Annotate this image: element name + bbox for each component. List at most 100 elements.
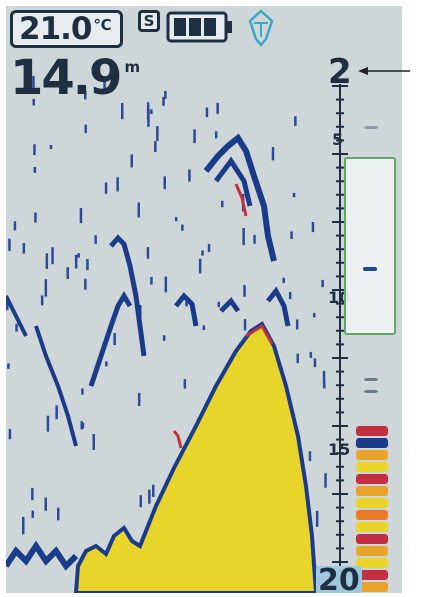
noise-speck	[51, 247, 54, 265]
noise-speck	[292, 192, 296, 198]
noise-speck	[271, 151, 275, 161]
noise-speck	[77, 253, 80, 258]
noise-speck	[315, 510, 319, 527]
noise-speck	[162, 96, 165, 106]
noise-speck	[294, 116, 297, 126]
noise-speck	[311, 222, 315, 233]
depth-value: 14.9	[10, 50, 122, 106]
noise-speck	[92, 434, 95, 450]
noise-speck	[207, 243, 211, 253]
flasher-segment	[364, 126, 378, 129]
noise-speck	[198, 258, 202, 274]
zoom-fish-target	[363, 267, 377, 271]
noise-speck	[84, 124, 87, 134]
bottom-clutter	[6, 540, 79, 571]
noise-speck	[130, 154, 133, 168]
noise-speck	[44, 279, 48, 297]
noise-speck	[216, 102, 219, 114]
noise-speck	[296, 353, 299, 364]
zoom-window	[344, 157, 396, 335]
sonar-screen: 21.0 ℃ S 14.9 m 2 5 10 15 20	[6, 6, 402, 593]
echo-arc	[203, 133, 277, 262]
noise-speck	[221, 200, 224, 208]
noise-speck	[121, 103, 124, 120]
echo-arc	[214, 156, 253, 207]
noise-speck	[288, 291, 292, 300]
fish-alarm-icon	[248, 9, 274, 47]
noise-speck	[282, 277, 285, 283]
noise-speck	[49, 145, 53, 149]
arrow-left-icon	[358, 67, 410, 75]
noise-speck	[163, 176, 166, 190]
depth-scale-label: 15	[328, 440, 351, 459]
echo-arc	[266, 286, 291, 327]
flasher-segment	[356, 510, 388, 520]
noise-speck	[8, 429, 12, 440]
noise-speck	[146, 247, 150, 259]
noise-speck	[86, 259, 89, 271]
noise-speck	[13, 221, 17, 231]
flasher-segment	[356, 486, 388, 496]
flasher-segment	[356, 462, 388, 472]
water-temperature: 21.0 ℃	[10, 10, 123, 48]
flasher-segment	[356, 534, 388, 544]
flasher-segment	[356, 438, 388, 448]
flasher-segment	[364, 390, 378, 393]
seabed-red-edge	[172, 430, 183, 449]
temperature-unit: ℃	[93, 16, 112, 34]
battery-icon	[166, 11, 232, 43]
noise-speck	[116, 177, 119, 192]
noise-speck	[46, 415, 50, 432]
noise-speck	[139, 495, 142, 508]
noise-speck	[105, 361, 108, 367]
noise-speck	[174, 217, 178, 222]
noise-speck	[66, 267, 69, 279]
noise-speck	[45, 253, 49, 269]
current-depth: 14.9 m	[10, 54, 140, 102]
noise-speck	[57, 507, 60, 521]
noise-speck	[146, 102, 150, 120]
noise-speck	[150, 276, 153, 285]
temperature-value: 21.0	[19, 11, 92, 47]
noise-speck	[34, 212, 37, 223]
noise-speck	[154, 141, 157, 152]
noise-speck	[31, 510, 34, 518]
noise-speck	[253, 234, 256, 244]
noise-speck	[74, 254, 78, 269]
noise-speck	[290, 231, 293, 239]
noise-speck	[137, 392, 141, 406]
noise-speck	[44, 497, 47, 511]
noise-speck	[80, 421, 83, 430]
noise-speck	[150, 109, 153, 114]
flasher-segment	[356, 426, 388, 436]
noise-speck	[137, 202, 140, 218]
noise-speck	[217, 301, 220, 308]
noise-speck	[313, 312, 316, 318]
noise-speck	[164, 276, 168, 293]
noise-speck	[8, 238, 11, 251]
flasher-segment	[356, 474, 388, 484]
noise-speck	[81, 388, 84, 395]
noise-speck	[94, 235, 97, 244]
noise-speck	[15, 323, 18, 332]
noise-speck	[295, 319, 299, 330]
depth-range-top: 2	[328, 52, 352, 92]
noise-speck	[324, 473, 327, 488]
noise-speck	[33, 167, 37, 173]
noise-speck	[202, 325, 206, 331]
noise-speck	[309, 351, 313, 358]
noise-speck	[22, 243, 26, 254]
echo-arc	[88, 291, 133, 387]
flasher-segment	[356, 450, 388, 460]
noise-speck	[31, 487, 34, 501]
noise-speck	[148, 489, 151, 504]
echo-arc	[34, 325, 78, 447]
noise-speck	[321, 279, 324, 288]
noise-speck	[84, 278, 87, 290]
noise-speck	[323, 382, 326, 389]
flasher-segment	[356, 546, 388, 556]
noise-speck	[205, 107, 209, 118]
noise-speck	[156, 126, 159, 142]
noise-speck	[183, 379, 187, 389]
noise-speck	[243, 285, 246, 297]
